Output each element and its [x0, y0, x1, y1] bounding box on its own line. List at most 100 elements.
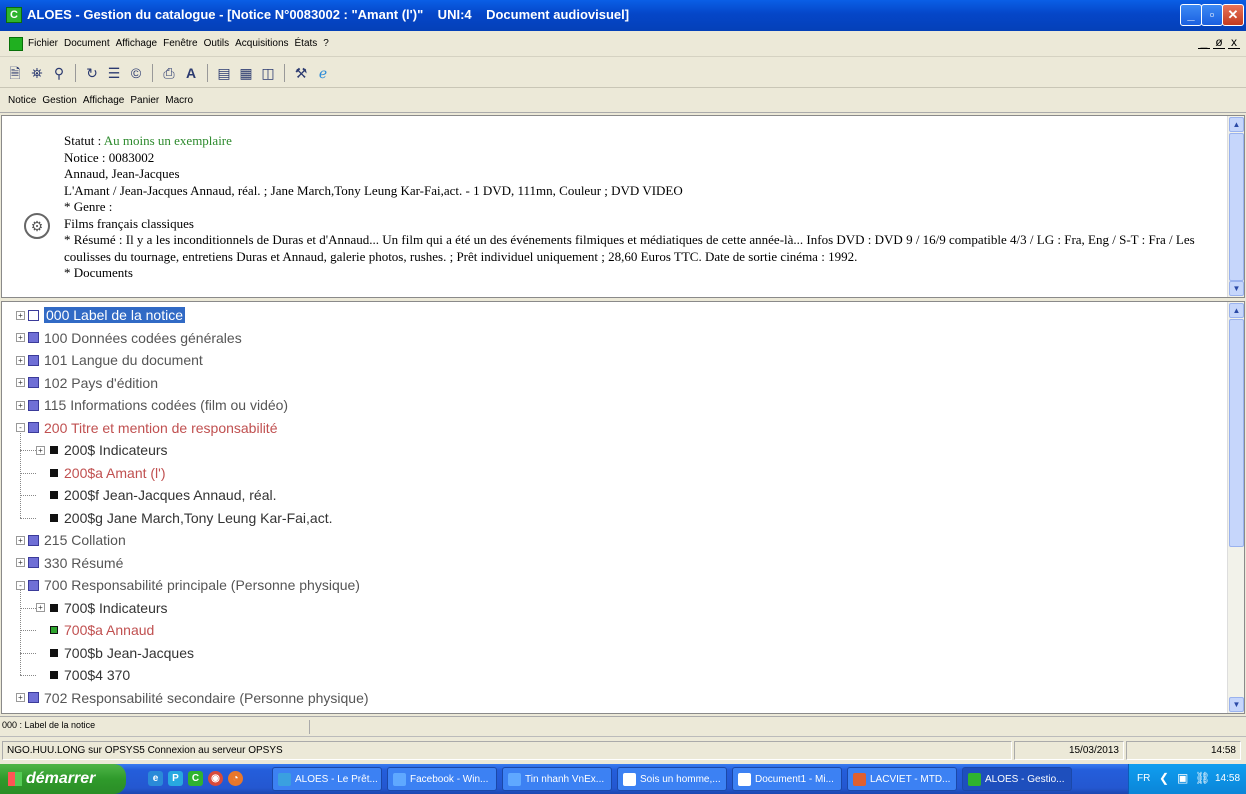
tree-node-label[interactable]: 115 Informations codées (film ou vidéo) — [44, 397, 288, 413]
tree-node-label[interactable]: 700$ Indicateurs — [64, 600, 168, 616]
menu-item-4[interactable]: Outils — [204, 38, 230, 49]
tree-node-label[interactable]: 200 Titre et mention de responsabilité — [44, 420, 277, 436]
expand-icon[interactable]: + — [16, 378, 25, 387]
tree-node[interactable]: +200$ Indicateurs — [36, 439, 168, 461]
tree-node[interactable]: 700$4 370 — [36, 664, 130, 686]
font-icon[interactable]: A — [182, 64, 200, 82]
tools-icon[interactable]: ⚒ — [292, 64, 310, 82]
tree-node[interactable]: - 200 Titre et mention de responsabilité — [16, 417, 277, 439]
statut-value[interactable]: Au moins un exemplaire — [104, 133, 232, 148]
tree-node[interactable]: +101 Langue du document — [16, 349, 203, 371]
tree-node[interactable]: +702 Responsabilité secondaire (Personne… — [16, 687, 369, 709]
document-window-icon[interactable] — [9, 37, 23, 51]
scrollbar-thumb[interactable] — [1229, 133, 1244, 281]
tree-node-label[interactable]: 200$f Jean-Jacques Annaud, réal. — [64, 487, 277, 503]
expand-icon[interactable]: + — [36, 603, 45, 612]
menu-item-1[interactable]: Document — [64, 38, 110, 49]
expand-icon[interactable]: + — [16, 400, 25, 410]
tray-back-icon[interactable]: ❮ — [1159, 771, 1169, 785]
expand-icon[interactable]: + — [16, 355, 25, 365]
tree-node[interactable]: +115 Informations codées (film ou vidéo) — [16, 394, 288, 416]
mdi-minimize-button[interactable]: _ — [1198, 36, 1210, 49]
tray-clock[interactable]: 14:58 — [1215, 773, 1240, 784]
taskbar-task-6[interactable]: ALOES - Gestio... — [962, 767, 1072, 791]
taskbar-task-2[interactable]: Tin nhanh VnEx... — [502, 767, 612, 791]
binoculars-alt-icon[interactable]: ⚲ — [50, 64, 68, 82]
firefox-icon[interactable]: ◔ — [228, 771, 243, 786]
tree-node[interactable]: +700$ Indicateurs — [36, 597, 168, 619]
tree-node[interactable]: +330 Résumé — [16, 552, 123, 574]
tree-node-label[interactable]: 100 Données codées générales — [44, 330, 242, 346]
tree-node[interactable]: - 700 Responsabilité principale (Personne… — [16, 574, 360, 596]
collapse-icon[interactable]: - — [16, 580, 25, 590]
tree-node-label[interactable]: 102 Pays d'édition — [44, 375, 158, 391]
refresh-icon[interactable]: ↻ — [83, 64, 101, 82]
expand-icon[interactable]: + — [16, 310, 25, 320]
scroll-down-arrow-icon[interactable]: ▼ — [1229, 697, 1244, 712]
tree-node-label[interactable]: 200$ Indicateurs — [64, 442, 168, 458]
tree-node-label[interactable]: 700 Responsabilité principale (Personne … — [44, 577, 360, 593]
menu-item-5[interactable]: Acquisitions — [235, 38, 288, 49]
notice-menu-item-3[interactable]: Panier — [130, 95, 159, 106]
maximize-button[interactable]: ▫ — [1201, 4, 1223, 26]
collapse-icon[interactable]: - — [16, 423, 25, 432]
p-icon[interactable]: P — [168, 771, 183, 786]
mdi-restore-button[interactable]: ø — [1213, 36, 1225, 49]
notice-menu-item-1[interactable]: Gestion — [42, 95, 76, 106]
close-button[interactable]: ✕ — [1222, 4, 1244, 26]
print-icon[interactable]: ⎙ — [160, 64, 178, 82]
taskbar-task-0[interactable]: ALOES - Le Prêt... — [272, 767, 382, 791]
list-icon[interactable]: ☰ — [105, 64, 123, 82]
mdi-close-button[interactable]: x — [1228, 36, 1240, 49]
tree-node[interactable]: +215 Collation — [16, 529, 126, 551]
language-indicator[interactable]: FR — [1137, 773, 1150, 784]
tree-node[interactable]: 200$a Amant (l') — [36, 462, 166, 484]
scroll-up-arrow-icon[interactable]: ▲ — [1229, 303, 1244, 318]
notice-menu-item-4[interactable]: Macro — [165, 95, 193, 106]
tree-scrollbar[interactable]: ▲ ▼ — [1227, 302, 1244, 713]
tree-node-label[interactable]: 215 Collation — [44, 532, 126, 548]
notice-menu-item-0[interactable]: Notice — [8, 95, 36, 106]
menu-item-6[interactable]: États — [295, 38, 318, 49]
title-bar[interactable]: C ALOES - Gestion du catalogue - [Notice… — [0, 0, 1246, 31]
tree-node-label[interactable]: 702 Responsabilité secondaire (Personne … — [44, 690, 369, 706]
taskbar-task-3[interactable]: Sois un homme,... — [617, 767, 727, 791]
layout-icon[interactable]: ▤ — [215, 64, 233, 82]
copyright-icon[interactable]: © — [127, 64, 145, 82]
tree-node-label[interactable]: 700$4 370 — [64, 667, 130, 683]
notice-scrollbar[interactable]: ▲ ▼ — [1227, 116, 1244, 297]
tree-node[interactable]: 700$b Jean-Jacques — [36, 642, 194, 664]
tree-node[interactable]: 200$f Jean-Jacques Annaud, réal. — [36, 484, 277, 506]
c-icon[interactable]: C — [188, 771, 203, 786]
scroll-down-arrow-icon[interactable]: ▼ — [1229, 281, 1244, 296]
expand-icon[interactable]: + — [16, 333, 25, 342]
ie-icon[interactable]: ℯ — [314, 64, 332, 82]
scroll-up-arrow-icon[interactable]: ▲ — [1229, 117, 1244, 132]
tree-node-label[interactable]: 700$a Annaud — [64, 622, 154, 638]
tree-node-label[interactable]: 700$b Jean-Jacques — [64, 645, 194, 661]
network-icon[interactable]: ⛓ — [1195, 771, 1210, 785]
taskbar-task-4[interactable]: Document1 - Mi... — [732, 767, 842, 791]
chrome-icon[interactable]: ◉ — [208, 771, 223, 786]
tree-node-label[interactable]: 000 Label de la notice — [44, 307, 185, 323]
table-icon[interactable]: ▦ — [237, 64, 255, 82]
expand-icon[interactable]: + — [16, 535, 25, 545]
minimize-button[interactable]: _ — [1180, 4, 1202, 26]
expand-icon[interactable]: + — [16, 558, 25, 567]
tree-node[interactable]: 200$g Jane March,Tony Leung Kar-Fai,act. — [36, 507, 333, 529]
tray-apps-icon[interactable]: ▣ — [1177, 771, 1188, 785]
expand-icon[interactable]: + — [36, 445, 45, 455]
menu-item-3[interactable]: Fenêtre — [163, 38, 197, 49]
start-button[interactable]: démarrer — [0, 764, 126, 794]
notice-menu-item-2[interactable]: Affichage — [83, 95, 125, 106]
tree-node-label[interactable]: 200$g Jane March,Tony Leung Kar-Fai,act. — [64, 510, 333, 526]
menu-item-0[interactable]: Fichier — [28, 38, 58, 49]
taskbar-task-1[interactable]: Facebook - Win... — [387, 767, 497, 791]
app-icon[interactable]: C — [6, 7, 22, 23]
menu-item-2[interactable]: Affichage — [116, 38, 158, 49]
tree-node-label[interactable]: 101 Langue du document — [44, 352, 203, 368]
document-icon[interactable]: 🗎 — [6, 64, 24, 82]
tree-node[interactable]: 700$a Annaud — [36, 619, 154, 641]
menu-item-7[interactable]: ? — [323, 38, 329, 49]
taskbar-task-5[interactable]: LACVIET - MTD... — [847, 767, 957, 791]
